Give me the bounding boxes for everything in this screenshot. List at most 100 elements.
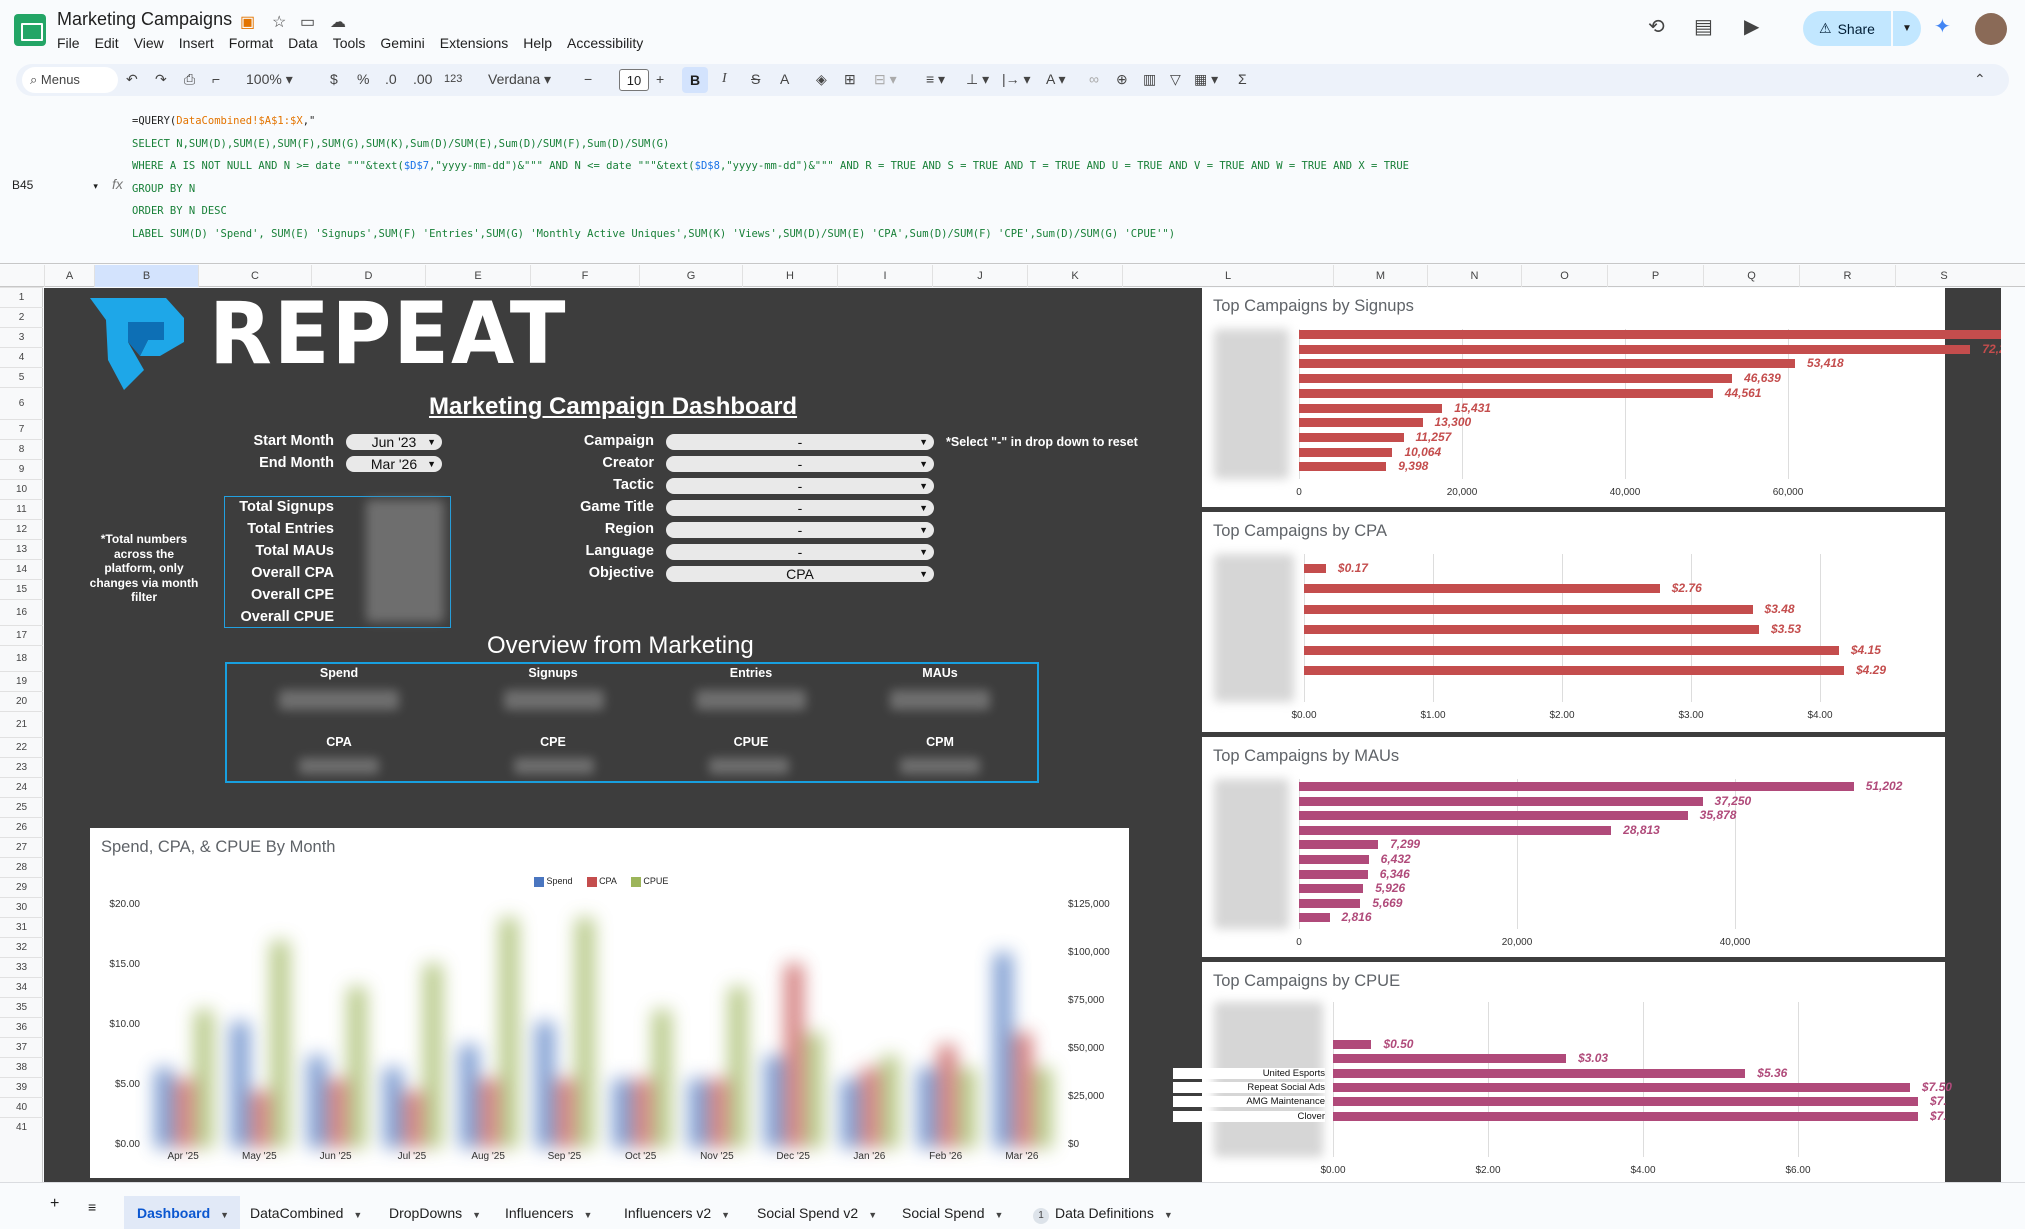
bar[interactable] (1333, 1054, 1567, 1064)
comments-icon[interactable]: ▤ (1694, 14, 1713, 39)
bar[interactable] (1299, 388, 1713, 398)
bar[interactable] (1304, 625, 1759, 635)
start-month-dropdown[interactable]: Jun '23 ▼ (346, 434, 442, 450)
row-header[interactable]: 7 (0, 419, 43, 439)
text-wrap-icon[interactable]: |→ ▾ (1002, 71, 1031, 88)
row-header[interactable]: 38 (0, 1057, 43, 1077)
menu-tools[interactable]: Tools (333, 35, 375, 51)
star-icon[interactable]: ☆ (272, 12, 286, 32)
row-header[interactable]: 2 (0, 307, 43, 327)
row-header[interactable]: 12 (0, 519, 43, 539)
font-select[interactable]: Verdana ▾ (488, 71, 551, 88)
strikethrough-button[interactable]: S (751, 71, 760, 87)
menu-data[interactable]: Data (288, 35, 327, 51)
bar[interactable] (1304, 584, 1660, 594)
bar[interactable] (1299, 374, 1733, 384)
row-header[interactable]: 31 (0, 917, 43, 937)
name-box[interactable]: B45 ▾ (12, 178, 98, 192)
percent-format-button[interactable]: % (357, 71, 369, 87)
column-header[interactable]: R (1799, 265, 1895, 287)
maus-chart[interactable]: Top Campaigns by MAUs 0 20,000 40,000 51,202… (1202, 737, 1945, 957)
insert-chart-icon[interactable]: ▥ (1143, 71, 1156, 88)
meet-icon[interactable]: ▶ (1744, 14, 1759, 39)
insert-link-icon[interactable]: ∞ (1089, 71, 1099, 87)
increase-decimal-button[interactable]: .00 (413, 71, 432, 87)
bar[interactable] (1333, 1068, 1746, 1078)
row-header[interactable]: 9 (0, 459, 43, 479)
sheet-tab-influencers[interactable]: Influencers ▼ (505, 1205, 592, 1221)
print-icon[interactable]: ⎙ (184, 71, 195, 88)
row-header[interactable]: 35 (0, 997, 43, 1017)
column-header[interactable]: K (1027, 265, 1122, 287)
row-header[interactable]: 40 (0, 1097, 43, 1117)
column-header[interactable]: L (1122, 265, 1333, 287)
menus-search[interactable]: ⌕ Menus (22, 67, 118, 93)
row-header[interactable]: 23 (0, 757, 43, 777)
sheets-logo-icon[interactable] (14, 14, 46, 46)
decrease-decimal-button[interactable]: .0 (385, 71, 397, 87)
row-header[interactable]: 20 (0, 691, 43, 711)
slides-link-icon[interactable]: ▣ (240, 12, 255, 32)
sheet-tab-social-spend-v2[interactable]: Social Spend v2 ▼ (757, 1205, 877, 1221)
bar[interactable] (1304, 645, 1839, 655)
bar[interactable] (1299, 782, 1854, 791)
column-header[interactable]: O (1521, 265, 1607, 287)
row-header[interactable]: 16 (0, 599, 43, 625)
menu-view[interactable]: View (134, 35, 173, 51)
undo-icon[interactable]: ↶ (126, 71, 138, 88)
row-header[interactable]: 33 (0, 957, 43, 977)
bar[interactable] (1299, 884, 1364, 894)
redo-icon[interactable]: ↷ (155, 71, 167, 88)
menu-insert[interactable]: Insert (179, 35, 223, 51)
share-button[interactable]: ⚠ Share (1803, 11, 1891, 46)
sheet-tab-dropdowns[interactable]: DropDowns ▼ (389, 1205, 481, 1221)
row-header[interactable]: 15 (0, 579, 43, 599)
column-header[interactable]: A (44, 265, 94, 287)
collapse-toolbar-icon[interactable]: ⌃ (1974, 71, 1986, 88)
insert-comment-icon[interactable]: ⊕ (1116, 71, 1128, 88)
row-header[interactable]: 6 (0, 387, 43, 419)
bar[interactable] (1299, 840, 1379, 850)
column-header[interactable]: F (530, 265, 639, 287)
row-header[interactable]: 1 (0, 287, 43, 307)
sheet-tab-influencers-v2[interactable]: Influencers v2 ▼ (624, 1205, 730, 1221)
functions-button[interactable]: Σ (1238, 71, 1247, 87)
column-header[interactable]: D (311, 265, 425, 287)
row-header[interactable]: 36 (0, 1017, 43, 1037)
filter-views-icon[interactable]: ▦ ▾ (1194, 71, 1218, 88)
column-header[interactable]: H (742, 265, 837, 287)
dashboard-sheet[interactable]: REPEAT Marketing Campaign Dashboard Star… (44, 288, 2001, 1182)
bar[interactable] (1333, 1111, 1918, 1121)
cloud-status-icon[interactable]: ☁ (330, 12, 346, 32)
signups-chart[interactable]: Top Campaigns by Signups 0 20,000 40,000 60,… (1202, 288, 2001, 507)
text-color-button[interactable]: A (780, 71, 789, 87)
document-title[interactable]: Marketing Campaigns (57, 9, 232, 30)
bar[interactable] (1299, 898, 1361, 908)
menu-format[interactable]: Format (229, 35, 282, 51)
row-header[interactable]: 4 (0, 347, 43, 367)
row-header[interactable]: 29 (0, 877, 43, 897)
menu-extensions[interactable]: Extensions (440, 35, 517, 51)
row-header[interactable]: 11 (0, 499, 43, 519)
gemini-icon[interactable]: ✦ (1934, 14, 1951, 39)
row-header[interactable]: 39 (0, 1077, 43, 1097)
menu-accessibility[interactable]: Accessibility (567, 35, 652, 51)
bar[interactable] (1333, 1097, 1918, 1107)
menu-help[interactable]: Help (523, 35, 561, 51)
add-sheet-icon[interactable]: + (50, 1195, 59, 1213)
row-header[interactable]: 14 (0, 559, 43, 579)
bar[interactable] (1304, 564, 1326, 573)
bar[interactable] (1304, 604, 1753, 614)
bar[interactable] (1299, 796, 1703, 806)
paint-format-icon[interactable]: ⌐ (212, 71, 220, 87)
share-dropdown-button[interactable]: ▼ (1893, 11, 1921, 46)
sheet-tab-data-definitions[interactable]: 1 Data Definitions ▼ (1033, 1205, 1173, 1224)
column-header[interactable]: P (1607, 265, 1703, 287)
bar[interactable] (1299, 403, 1443, 413)
bar[interactable] (1304, 666, 1844, 675)
bar[interactable] (1299, 432, 1404, 442)
formula-input[interactable]: =QUERY(DataCombined!$A$1:$X," SELECT N,S… (132, 110, 1409, 245)
row-header[interactable]: 22 (0, 737, 43, 757)
column-header[interactable]: N (1427, 265, 1521, 287)
filter-icon[interactable]: ▽ (1170, 71, 1181, 88)
